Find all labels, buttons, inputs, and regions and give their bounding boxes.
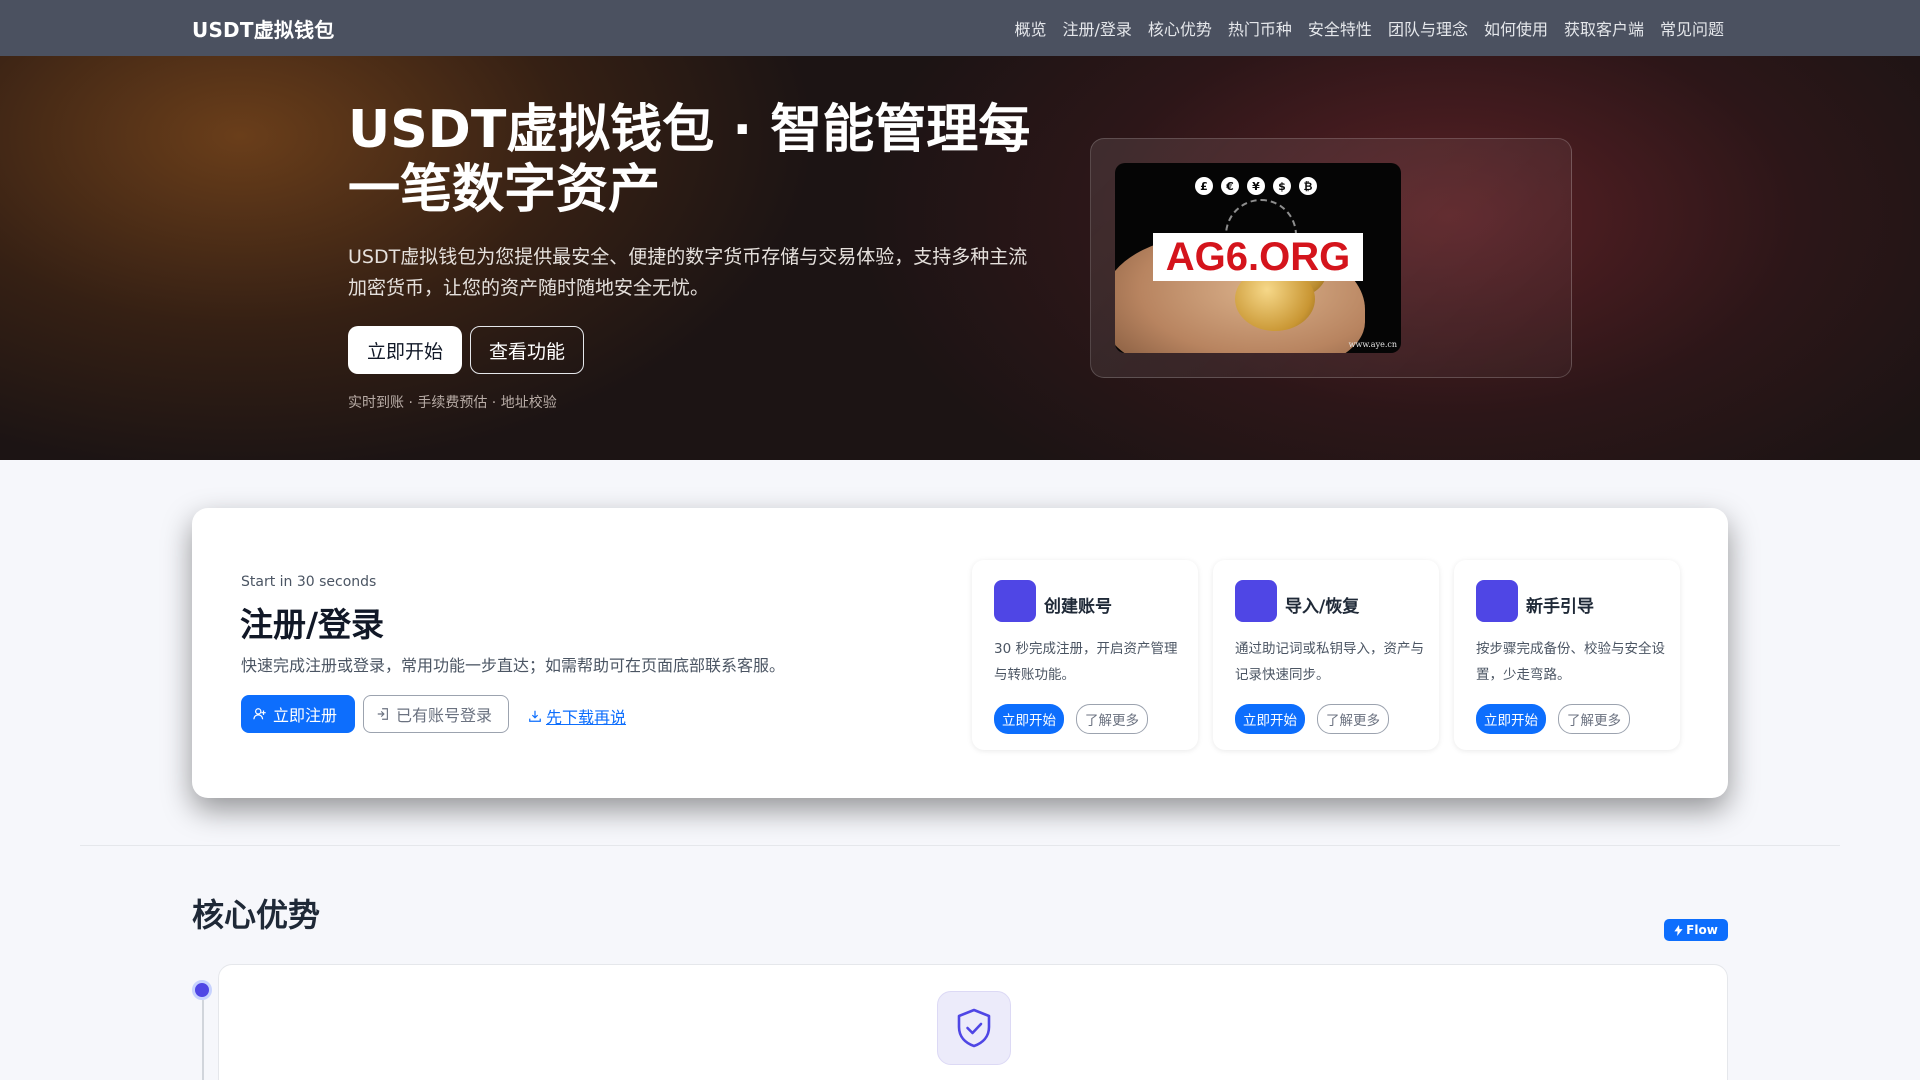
guide-icon xyxy=(1476,580,1518,622)
nav-links: 概览 注册/登录 核心优势 热门币种 安全特性 团队与理念 如何使用 获取客户端… xyxy=(1014,16,1724,40)
login-icon xyxy=(377,708,388,720)
register-button-label: 立即注册 xyxy=(273,706,338,725)
nav-link-core[interactable]: 核心优势 xyxy=(1148,16,1212,40)
lightning-icon xyxy=(1674,924,1683,936)
hero-title: USDT虚拟钱包 · 智能管理每一笔数字资产 xyxy=(348,100,1031,220)
hero-image-frame: £ € ¥ $ ₿ AG6.ORG www.aye.cn xyxy=(1090,138,1572,378)
pound-icon: £ xyxy=(1195,177,1213,195)
feature-card-guide: 新手引导 按步骤完成备份、校验与安全设置，少走弯路。 立即开始 了解更多 xyxy=(1454,560,1680,750)
top-navbar: USDT虚拟钱包 概览 注册/登录 核心优势 热门币种 安全特性 团队与理念 如… xyxy=(0,0,1920,56)
feature-card-title: 导入/恢复 xyxy=(1285,597,1360,617)
feature-card-start-button[interactable]: 立即开始 xyxy=(994,704,1064,734)
image-watermark: www.aye.cn xyxy=(1348,340,1397,349)
flow-badge[interactable]: Flow xyxy=(1664,919,1728,941)
nav-link-security[interactable]: 安全特性 xyxy=(1308,16,1372,40)
feature-card-more-button[interactable]: 了解更多 xyxy=(1317,704,1389,734)
feature-card-more-button[interactable]: 了解更多 xyxy=(1558,704,1630,734)
hero-section: USDT虚拟钱包 · 智能管理每一笔数字资产 USDT虚拟钱包为您提供最安全、便… xyxy=(0,56,1920,460)
feature-card-title: 创建账号 xyxy=(1044,597,1112,617)
register-description: 快速完成注册或登录，常用功能一步直达；如需帮助可在页面底部联系客服。 xyxy=(241,656,786,675)
hero-description: USDT虚拟钱包为您提供最安全、便捷的数字货币存储与交易体验，支持多种主流加密货… xyxy=(348,246,1028,299)
feature-card-create: 创建账号 30 秒完成注册，开启资产管理与转账功能。 立即开始 了解更多 xyxy=(972,560,1198,750)
feature-card-import: 导入/恢复 通过助记词或私钥导入，资产与记录快速同步。 立即开始 了解更多 xyxy=(1213,560,1439,750)
nav-link-faq[interactable]: 常见问题 xyxy=(1660,16,1724,40)
feature-card-description: 通过助记词或私钥导入，资产与记录快速同步。 xyxy=(1235,641,1424,683)
nav-link-register[interactable]: 注册/登录 xyxy=(1062,16,1131,40)
feature-card-description: 按步骤完成备份、校验与安全设置，少走弯路。 xyxy=(1476,641,1665,683)
import-icon xyxy=(1235,580,1277,622)
dollar-icon: $ xyxy=(1273,177,1291,195)
hero-features-button[interactable]: 查看功能 xyxy=(470,326,584,374)
nav-link-coins[interactable]: 热门币种 xyxy=(1228,16,1292,40)
user-plus-icon xyxy=(253,708,266,720)
hero-start-button[interactable]: 立即开始 xyxy=(348,326,462,374)
shield-icon-box xyxy=(937,991,1011,1065)
register-kicker: Start in 30 seconds xyxy=(241,574,377,590)
currency-icons: £ € ¥ $ ₿ xyxy=(1195,177,1317,195)
nav-link-team[interactable]: 团队与理念 xyxy=(1388,16,1468,40)
feature-card-description: 30 秒完成注册，开启资产管理与转账功能。 xyxy=(994,641,1178,683)
nav-link-howto[interactable]: 如何使用 xyxy=(1484,16,1548,40)
feature-card-title: 新手引导 xyxy=(1526,597,1594,617)
download-icon xyxy=(529,710,541,722)
login-button[interactable]: 已有账号登录 xyxy=(363,695,509,733)
hero-tags: 实时到账 · 手续费预估 · 地址校验 xyxy=(348,395,557,411)
timeline-dot xyxy=(192,980,212,1000)
euro-icon: € xyxy=(1221,177,1239,195)
feature-card-start-button[interactable]: 立即开始 xyxy=(1235,704,1305,734)
hero-image: £ € ¥ $ ₿ AG6.ORG www.aye.cn xyxy=(1115,163,1401,353)
bitcoin-icon: ₿ xyxy=(1299,177,1317,195)
feature-card-more-button[interactable]: 了解更多 xyxy=(1076,704,1148,734)
register-button[interactable]: 立即注册 xyxy=(241,695,355,733)
feature-card-start-button[interactable]: 立即开始 xyxy=(1476,704,1546,734)
download-link-label: 先下载再说 xyxy=(546,708,627,727)
register-title: 注册/登录 xyxy=(240,605,385,644)
download-link[interactable]: 先下载再说 xyxy=(528,704,626,728)
core-section-title: 核心优势 xyxy=(192,896,321,934)
nav-link-overview[interactable]: 概览 xyxy=(1014,16,1046,40)
image-banner-text: AG6.ORG xyxy=(1153,233,1363,281)
timeline-line xyxy=(202,1000,204,1080)
login-button-label: 已有账号登录 xyxy=(396,706,493,725)
core-advantage-card xyxy=(218,964,1728,1080)
section-divider xyxy=(80,845,1840,846)
flow-badge-label: Flow xyxy=(1686,923,1718,937)
shield-check-icon xyxy=(957,1008,991,1048)
create-account-icon xyxy=(994,580,1036,622)
nav-link-client[interactable]: 获取客户端 xyxy=(1564,16,1644,40)
yen-icon: ¥ xyxy=(1247,177,1265,195)
brand-logo[interactable]: USDT虚拟钱包 xyxy=(192,14,335,43)
register-card: Start in 30 seconds 注册/登录 快速完成注册或登录，常用功能… xyxy=(192,508,1728,798)
